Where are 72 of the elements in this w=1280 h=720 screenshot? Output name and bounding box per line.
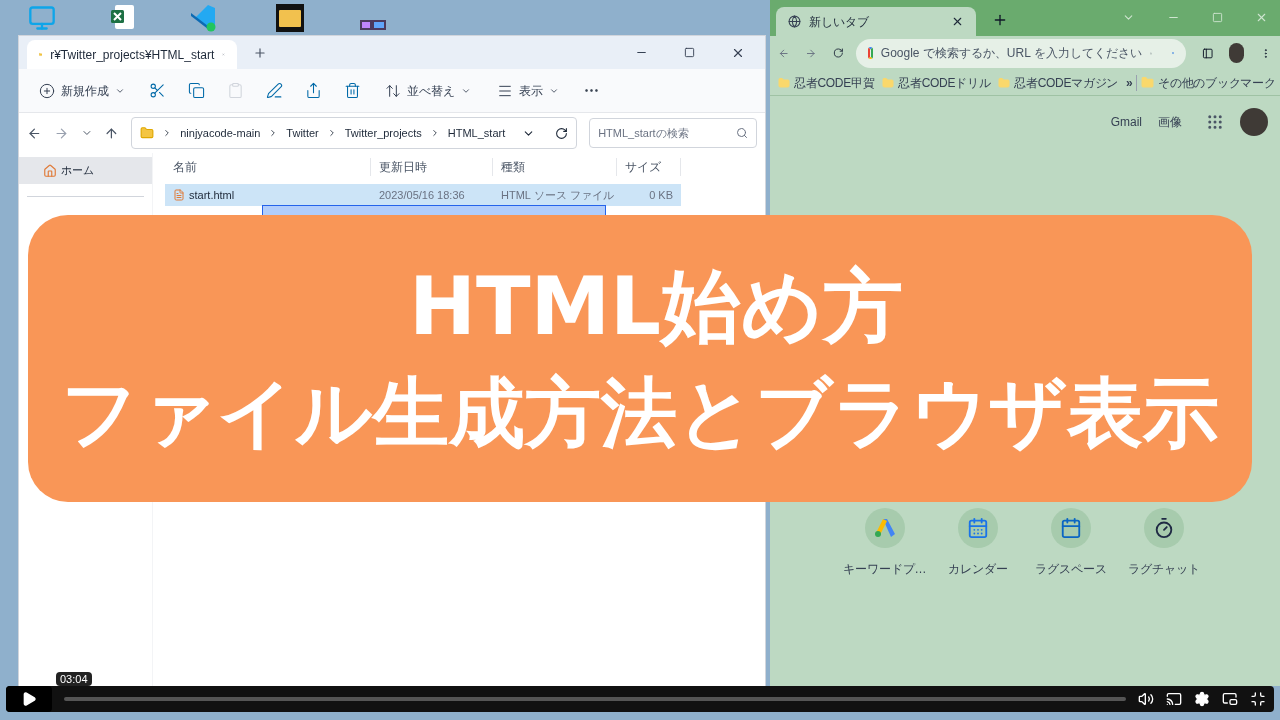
time-tooltip: 03:04 [56, 672, 92, 686]
breadcrumb[interactable]: ninjyacode-main [180, 124, 261, 142]
table-cell-text: 0 KB [648, 187, 674, 203]
avatar[interactable] [1229, 43, 1245, 63]
thumbnail-icon [360, 20, 386, 30]
new-button[interactable]: 新規作成 [31, 77, 133, 104]
bookmark[interactable]: 忍者CODEドリル [882, 73, 991, 92]
shortcut-tile[interactable]: カレンダー [931, 508, 1024, 578]
bookmark[interactable]: その他のブックマーク [1141, 73, 1276, 92]
column-header[interactable]: 名前 [165, 157, 371, 176]
breadcrumb[interactable]: Twitter_projects [344, 124, 422, 142]
browser-logo-icon [788, 15, 801, 28]
calendar-icon [966, 517, 989, 539]
shortcut-tile[interactable]: ラグチャット [1117, 508, 1210, 578]
apps-grid-icon [1206, 113, 1224, 131]
new-tab-icon [992, 12, 1008, 28]
play-icon [21, 691, 37, 707]
maximize-icon [684, 47, 695, 58]
play-button[interactable] [6, 686, 52, 712]
file-row[interactable]: start.html 2023/05/16 18:36 HTML ソース ファイル 0 KB [165, 184, 681, 206]
column-header[interactable]: 種類 [493, 157, 617, 176]
search-field[interactable]: HTML_startの検索 [589, 118, 757, 148]
table-cell-text: HTML ソース ファイル [500, 187, 615, 203]
home-icon [43, 163, 57, 178]
new-tab-icon [253, 45, 267, 60]
address-bar[interactable]: ninjyacode-main Twitter Twitter_projects HTML_start [131, 117, 578, 149]
refresh-icon [555, 126, 569, 140]
sort-button[interactable]: 並べ替え [377, 77, 479, 104]
calendar-icon [1059, 517, 1082, 539]
omnibox[interactable]: Google で検索するか、URL を入力してください [855, 38, 1186, 68]
breadcrumb[interactable]: Twitter [286, 124, 319, 142]
reload-icon [832, 46, 844, 60]
header-link[interactable]: 画像 [1158, 113, 1182, 131]
code-editor-icon [190, 4, 216, 32]
tab-title: r¥Twitter_projects¥HTML_start [50, 46, 215, 64]
plus-circle-icon [39, 82, 55, 99]
view-button[interactable]: 表示 [489, 77, 567, 104]
shortcut-label: ラグスペース [1034, 561, 1107, 578]
explorer-tab[interactable]: r¥Twitter_projects¥HTML_start [27, 40, 237, 69]
table-cell: start.html [165, 186, 371, 204]
sort-icon [385, 82, 401, 99]
maximize-icon [1212, 12, 1223, 23]
progress-track[interactable] [64, 697, 1126, 701]
shortcut-label: キーワードプ… [842, 561, 927, 578]
header-link[interactable]: Gmail [1110, 113, 1142, 131]
browser-tab[interactable]: 新しいタブ [776, 7, 976, 36]
shortcut-tile[interactable]: キーワードプ… [838, 508, 931, 578]
search-icon [736, 127, 748, 139]
settings-icon [1194, 691, 1210, 707]
monitor-icon [28, 4, 56, 32]
html-file-icon [173, 189, 185, 201]
sidebar-item[interactable]: ホーム [19, 157, 152, 184]
tab-title: 新しいタブ [809, 13, 870, 31]
table-cell-text: 2023/05/16 18:36 [378, 187, 466, 203]
miniplayer-icon [1222, 691, 1238, 707]
bookmarks-overflow[interactable]: » [1125, 73, 1133, 92]
cast-icon [1166, 691, 1182, 707]
banner-title: HTML始め方 [408, 266, 904, 347]
bookmark[interactable]: 忍者CODE甲賀 [778, 73, 875, 92]
volume-icon [1138, 691, 1154, 707]
avatar[interactable] [1240, 108, 1268, 136]
exit-fullscreen-icon [1250, 691, 1266, 707]
breadcrumb[interactable]: HTML_start [447, 124, 506, 142]
column-header[interactable]: サイズ [617, 157, 681, 176]
shortcut-label: ラグチャット [1127, 561, 1200, 578]
triangle-logo-icon [874, 519, 895, 537]
bookmark[interactable]: 忍者CODEマガジン [998, 73, 1118, 92]
shortcut-label: カレンダー [947, 561, 1008, 578]
spreadsheet-icon [111, 4, 135, 30]
shortcut-tile[interactable]: ラグスペース [1024, 508, 1117, 578]
column-header[interactable]: 更新日時 [371, 157, 493, 176]
banner-title: ファイル生成方法とブラウザ表示 [61, 374, 1219, 451]
